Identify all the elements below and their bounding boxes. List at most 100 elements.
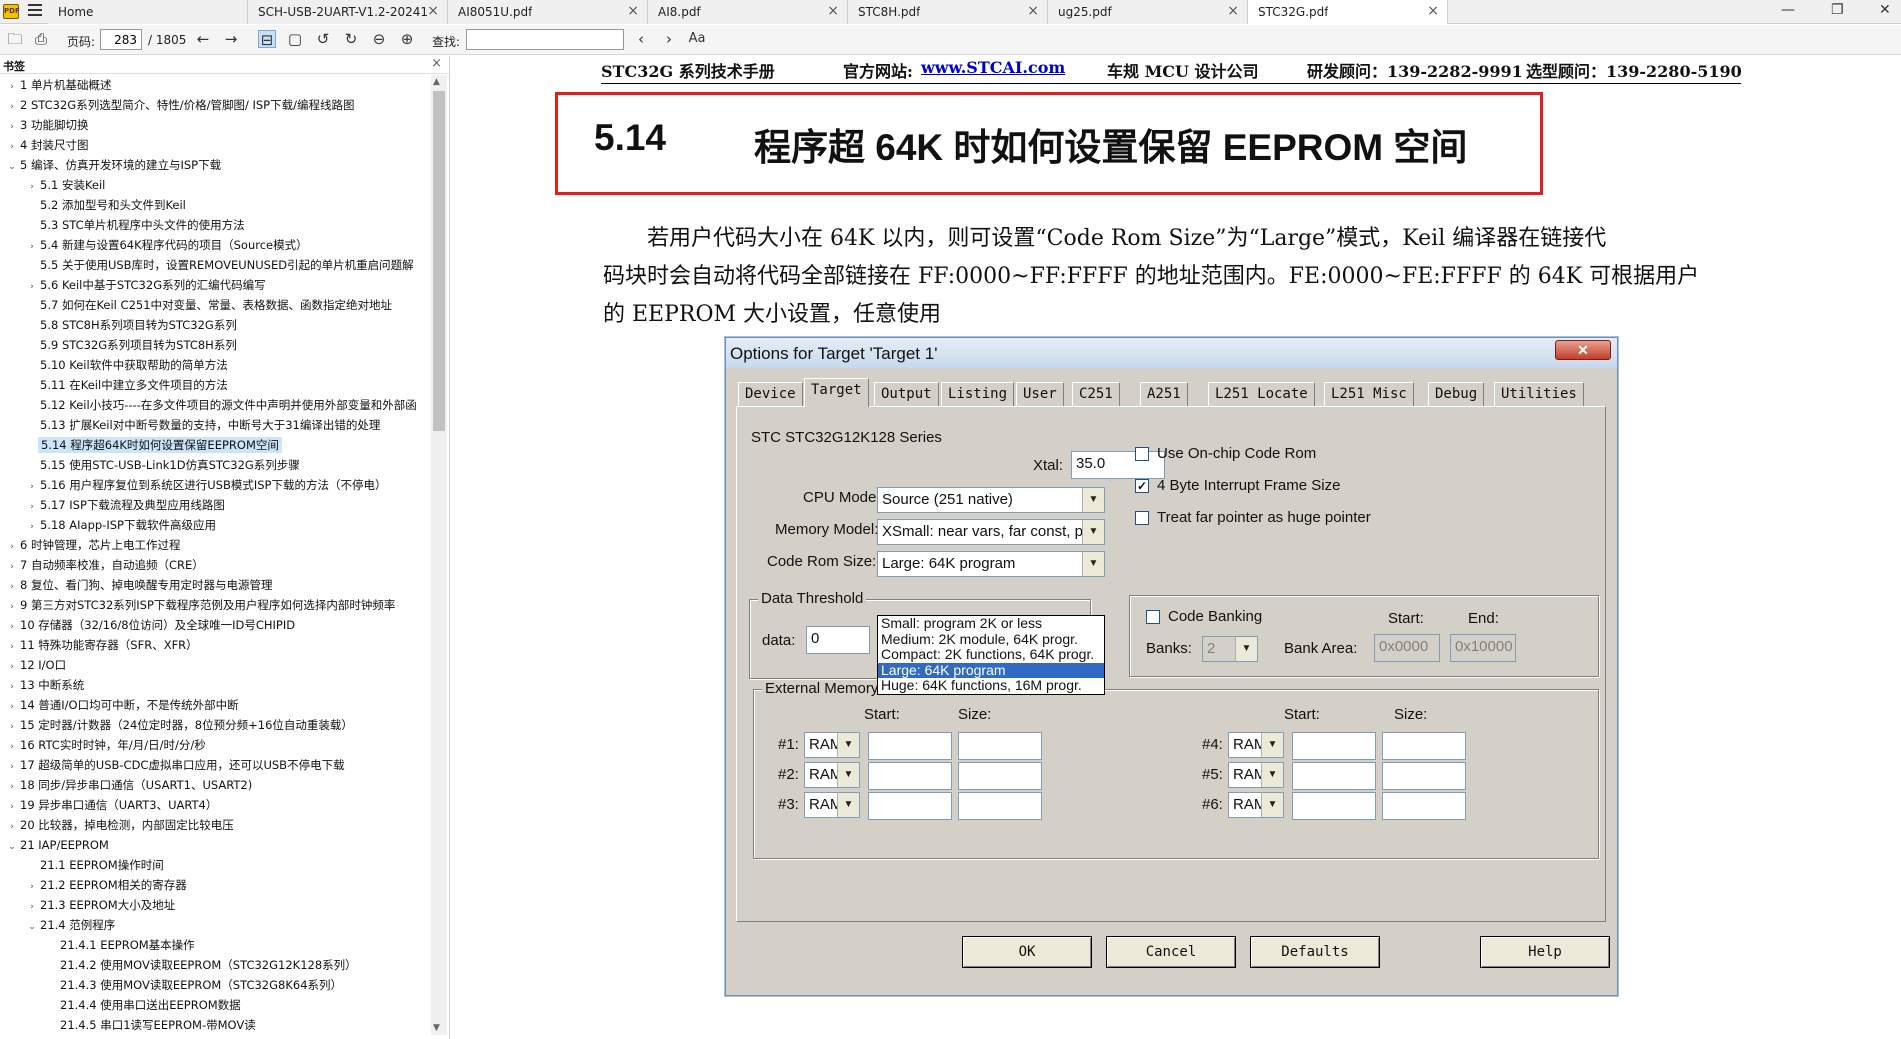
chevron-right-icon[interactable]: › — [6, 717, 18, 737]
find-previous-icon[interactable]: ‹ — [632, 30, 650, 48]
bookmark-item[interactable]: › 5.6 Keil中基于STC32G系列的汇编代码编写 — [26, 275, 265, 295]
dropdown-arrow-icon[interactable]: ▼ — [1261, 793, 1283, 817]
tab-l251-locate[interactable]: L251 Locate — [1208, 382, 1315, 406]
bookmark-item[interactable]: 21.4.2 使用MOV读取EEPROM（STC32G12K128系列） — [46, 955, 357, 975]
rotate-right-icon[interactable]: ↻ — [342, 30, 360, 48]
use-onchip-rom-checkbox[interactable] — [1135, 447, 1149, 461]
close-icon[interactable]: × — [431, 56, 442, 71]
tab-ug25[interactable]: ug25.pdf × — [1048, 0, 1248, 24]
tab-ai8051u[interactable]: AI8051U.pdf × — [448, 0, 648, 24]
bookmark-item[interactable]: › 7 自动频率校准，自动追频（CRE） — [6, 555, 204, 575]
bookmark-item[interactable]: 21.1 EEPROM操作时间 — [26, 855, 164, 875]
chevron-right-icon[interactable]: › — [6, 657, 18, 677]
bookmark-item[interactable]: 5.15 使用STC-USB-Link1D仿真STC32G系列步骤 — [26, 455, 300, 475]
bookmark-item[interactable]: ⌄ 21 IAP/EEPROM — [6, 835, 109, 855]
bookmark-item[interactable]: › 2 STC32G系列选型简介、特性/价格/管脚图/ ISP下载/编程线路图 — [6, 95, 354, 115]
ext-memory-type-select[interactable]: RAM ▼ — [804, 732, 860, 758]
bookmark-item[interactable]: › 21.2 EEPROM相关的寄存器 — [26, 875, 187, 895]
bookmark-item[interactable]: › 17 超级简单的USB-CDC虚拟串口应用，还可以USB不停电下载 — [6, 755, 344, 775]
cancel-button[interactable]: Cancel — [1106, 936, 1236, 968]
header-site-link[interactable]: www.STCAI.com — [921, 58, 1065, 77]
close-icon[interactable]: × — [1427, 3, 1439, 19]
code-rom-option[interactable]: Medium: 2K module, 64K progr. — [878, 631, 1104, 648]
bookmark-item[interactable]: › 5.17 ISP下载流程及典型应用线路图 — [26, 495, 225, 515]
code-rom-option[interactable]: Compact: 2K functions, 64K progr. — [878, 647, 1104, 663]
zoom-in-icon[interactable]: ⊕ — [398, 30, 416, 48]
chevron-right-icon[interactable]: › — [6, 677, 18, 697]
bookmark-item[interactable]: 21.4.1 EEPROM基本操作 — [46, 935, 195, 955]
bookmark-item[interactable]: › 5.16 用户程序复位到系统区进行USB模式ISP下载的方法（不停电） — [26, 475, 386, 497]
print-icon[interactable]: ⎙ — [32, 30, 50, 48]
tab-utilities[interactable]: Utilities — [1494, 382, 1584, 406]
ext-memory-type-select[interactable]: RAM ▼ — [804, 792, 860, 818]
code-rom-option[interactable]: Large: 64K program — [878, 662, 1104, 678]
chevron-right-icon[interactable]: › — [6, 537, 18, 557]
bookmark-item[interactable]: 5.12 Keil小技巧----在多文件项目的源文件中声明并使用外部变量和外部函 — [26, 395, 417, 415]
interrupt-frame-checkbox[interactable]: ✓ — [1135, 479, 1149, 493]
bookmark-item[interactable]: 5.9 STC32G系列项目转为STC8H系列 — [26, 335, 237, 355]
ext-memory-size-input[interactable] — [958, 792, 1042, 820]
bookmark-item[interactable]: 5.2 添加型号和头文件到Keil — [26, 195, 186, 215]
bookmark-item[interactable]: 5.13 扩展Keil对中断号数量的支持，中断号大于31编译出错的处理 — [26, 415, 380, 435]
tab-stc8h[interactable]: STC8H.pdf × — [848, 0, 1048, 24]
bookmark-item[interactable]: › 5.4 新建与设置64K程序代码的项目（Source模式） — [26, 235, 307, 257]
ext-memory-start-input[interactable] — [868, 732, 952, 760]
help-button[interactable]: Help — [1480, 936, 1610, 968]
bookmark-item[interactable]: ⌄ 21.4 范例程序 — [26, 915, 115, 935]
ext-memory-size-input[interactable] — [958, 732, 1042, 760]
scroll-up-icon[interactable]: ▲ — [433, 77, 440, 87]
bookmark-item[interactable]: › 5.18 AIapp-ISP下载软件高级应用 — [26, 515, 216, 535]
tab-debug[interactable]: Debug — [1428, 382, 1485, 406]
ok-button[interactable]: OK — [962, 936, 1092, 968]
close-icon[interactable]: × — [627, 3, 639, 19]
bookmark-item[interactable]: › 19 异步串口通信（UART3、UART4） — [6, 795, 217, 815]
tab-listing[interactable]: Listing — [941, 382, 1015, 406]
ext-memory-start-input[interactable] — [868, 792, 952, 820]
close-icon[interactable]: × — [1227, 3, 1239, 19]
bookmark-item[interactable]: › 18 同步/异步串口通信（USART1、USART2) — [6, 775, 252, 795]
tab-c251[interactable]: C251 — [1072, 382, 1120, 406]
bookmark-item[interactable]: 5.5 关于使用USB库时，设置REMOVEUNUSED引起的单片机重启问题解 — [26, 255, 414, 275]
chevron-right-icon[interactable]: › — [6, 817, 18, 837]
dropdown-arrow-icon[interactable]: ▼ — [1082, 488, 1104, 512]
dropdown-arrow-icon[interactable]: ▼ — [837, 793, 859, 817]
ext-memory-start-input[interactable] — [868, 762, 952, 790]
window-close-icon[interactable]: ✕ — [1879, 2, 1891, 18]
chevron-right-icon[interactable]: › — [6, 577, 18, 597]
scroll-down-icon[interactable]: ▼ — [433, 1023, 440, 1033]
chevron-down-icon[interactable]: ⌄ — [26, 917, 38, 937]
code-banking-checkbox[interactable] — [1146, 610, 1160, 624]
close-icon[interactable]: × — [427, 3, 439, 19]
bookmark-item[interactable]: 21.4.4 使用串口送出EEPROM数据 — [46, 995, 241, 1015]
bookmark-item[interactable]: 5.8 STC8H系列项目转为STC32G系列 — [26, 315, 237, 335]
tab-ai8[interactable]: AI8.pdf × — [648, 0, 848, 24]
tab-target[interactable]: Target — [804, 378, 869, 407]
continuous-view-icon[interactable]: ⊟ — [258, 30, 276, 49]
bookmark-item[interactable]: 5.14 程序超64K时如何设置保留EEPROM空间 — [26, 435, 282, 455]
bookmark-item[interactable]: › 3 功能脚切换 — [6, 115, 88, 135]
sidebar-scrollbar[interactable]: ▲ ▼ — [431, 75, 447, 1035]
chevron-right-icon[interactable]: › — [26, 477, 38, 497]
ext-memory-type-select[interactable]: RAM ▼ — [804, 762, 860, 788]
bookmark-item[interactable]: › 5.1 安装Keil — [26, 175, 105, 195]
tab-device[interactable]: Device — [738, 382, 803, 406]
dropdown-arrow-icon[interactable]: ▼ — [837, 763, 859, 787]
bookmark-item[interactable]: › 16 RTC实时时钟，年/月/日/时/分/秒 — [6, 735, 206, 755]
chevron-right-icon[interactable]: › — [6, 557, 18, 577]
back-arrow-icon[interactable]: ← — [194, 30, 212, 48]
minimize-icon[interactable]: — — [1781, 2, 1795, 18]
bookmark-item[interactable]: › 1 单片机基础概述 — [6, 75, 111, 95]
bookmark-item[interactable]: › 12 I/O口 — [6, 655, 66, 675]
bookmark-item[interactable]: › 13 中断系统 — [6, 675, 84, 695]
banks-select[interactable]: 2 ▼ — [1202, 636, 1258, 662]
bookmark-item[interactable]: ⌄ 5 编译、仿真开发环境的建立与ISP下载 — [6, 155, 221, 175]
bookmark-item[interactable]: 21.4.3 使用MOV读取EEPROM（STC32G8K64系列） — [46, 975, 342, 995]
chevron-right-icon[interactable]: › — [6, 737, 18, 757]
dropdown-arrow-icon[interactable]: ▼ — [1082, 552, 1104, 576]
find-next-icon[interactable]: › — [660, 30, 678, 48]
tab-home[interactable]: Home — [48, 0, 248, 24]
tab-l251-misc[interactable]: L251 Misc — [1324, 382, 1414, 406]
chevron-right-icon[interactable]: › — [26, 497, 38, 517]
bookmark-item[interactable]: 5.7 如何在Keil C251中对变量、常量、表格数据、函数指定绝对地址 — [26, 295, 392, 315]
chevron-right-icon[interactable]: › — [26, 237, 38, 257]
